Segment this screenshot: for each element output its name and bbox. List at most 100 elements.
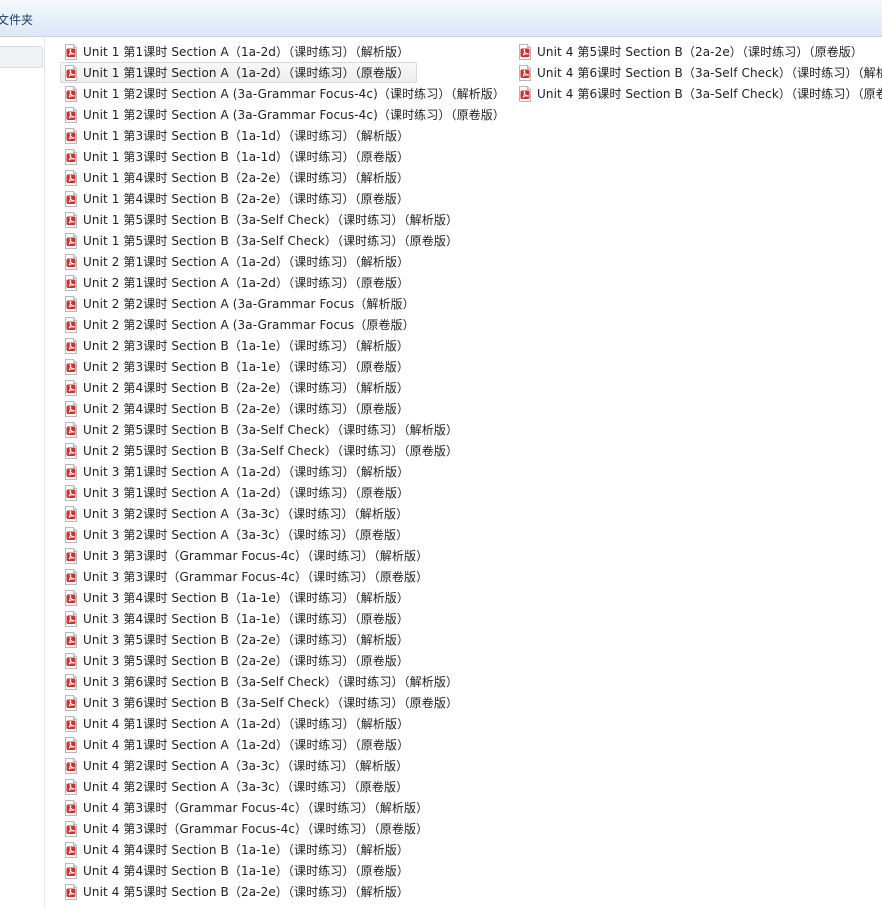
file-item[interactable]: Unit 4 第6课时 Section B（3a-Self Check）（课时练… <box>514 62 882 83</box>
pdf-file-icon <box>65 484 77 501</box>
pdf-file-icon <box>65 505 77 522</box>
file-name: Unit 3 第6课时 Section B（3a-Self Check）（课时练… <box>83 675 459 689</box>
file-item[interactable]: Unit 1 第3课时 Section B（1a-1d）（课时练习）（解析版） <box>60 125 510 146</box>
file-item[interactable]: Unit 3 第1课时 Section A（1a-2d）（课时练习）（原卷版） <box>60 482 510 503</box>
file-item[interactable]: Unit 2 第4课时 Section B（2a-2e）（课时练习）（原卷版） <box>60 398 510 419</box>
file-item[interactable]: Unit 3 第2课时 Section A（3a-3c）（课时练习）（原卷版） <box>60 524 510 545</box>
file-item[interactable]: Unit 2 第1课时 Section A（1a-2d）（课时练习）（解析版） <box>60 251 510 272</box>
file-item[interactable]: Unit 4 第4课时 Section B（1a-1e）（课时练习）（解析版） <box>60 839 510 860</box>
file-name: Unit 4 第1课时 Section A（1a-2d）（课时练习）（原卷版） <box>83 738 410 752</box>
file-name: Unit 2 第3课时 Section B（1a-1e）（课时练习）（原卷版） <box>83 360 410 374</box>
pdf-file-icon <box>65 127 77 144</box>
pdf-file-icon <box>65 43 77 60</box>
file-name: Unit 3 第4课时 Section B（1a-1e）（课时练习）（原卷版） <box>83 612 410 626</box>
file-item[interactable]: Unit 2 第4课时 Section B（2a-2e）（课时练习）（解析版） <box>60 377 510 398</box>
file-item[interactable]: Unit 3 第5课时 Section B（2a-2e）（课时练习）（解析版） <box>60 629 510 650</box>
pdf-file-icon <box>65 148 77 165</box>
navigation-pane <box>0 37 45 908</box>
file-item[interactable]: Unit 4 第3课时（Grammar Focus-4c）（课时练习）（原卷版） <box>60 818 510 839</box>
file-item[interactable]: Unit 3 第5课时 Section B（2a-2e）（课时练习）（原卷版） <box>60 650 510 671</box>
file-name: Unit 3 第4课时 Section B（1a-1e）（课时练习）（解析版） <box>83 591 410 605</box>
file-item[interactable]: Unit 1 第4课时 Section B（2a-2e）（课时练习）（解析版） <box>60 167 510 188</box>
file-item[interactable]: Unit 4 第5课时 Section B（2a-2e）（课时练习）（解析版） <box>60 881 510 902</box>
file-name: Unit 3 第3课时（Grammar Focus-4c）（课时练习）（解析版） <box>83 549 429 563</box>
pdf-file-icon <box>65 589 77 606</box>
pdf-file-icon <box>65 337 77 354</box>
file-item[interactable]: Unit 2 第1课时 Section A（1a-2d）（课时练习）（原卷版） <box>60 272 510 293</box>
file-item[interactable]: Unit 2 第5课时 Section B（3a-Self Check）（课时练… <box>60 440 510 461</box>
file-item[interactable]: Unit 3 第4课时 Section B（1a-1e）（课时练习）（解析版） <box>60 587 510 608</box>
file-list-column-1: Unit 1 第1课时 Section A（1a-2d）（课时练习）（解析版） U… <box>60 41 510 902</box>
file-item[interactable]: Unit 4 第1课时 Section A（1a-2d）（课时练习）（原卷版） <box>60 734 510 755</box>
file-name: Unit 2 第4课时 Section B（2a-2e）（课时练习）（原卷版） <box>83 402 410 416</box>
file-item[interactable]: Unit 4 第5课时 Section B（2a-2e）（课时练习）（原卷版） <box>514 41 882 62</box>
file-item[interactable]: Unit 1 第2课时 Section A (3a-Grammar Focus-… <box>60 83 510 104</box>
pdf-file-icon <box>65 442 77 459</box>
file-item[interactable]: Unit 2 第2课时 Section A (3a-Grammar Focus（… <box>60 293 510 314</box>
pdf-file-icon <box>65 862 77 879</box>
pdf-file-icon <box>65 379 77 396</box>
pdf-file-icon <box>519 43 531 60</box>
new-folder-button[interactable]: 文件夹 <box>0 11 33 28</box>
file-item[interactable]: Unit 3 第6课时 Section B（3a-Self Check）（课时练… <box>60 671 510 692</box>
file-item[interactable]: Unit 1 第1课时 Section A（1a-2d）（课时练习）（原卷版） <box>60 62 417 83</box>
file-name: Unit 3 第1课时 Section A（1a-2d）（课时练习）（原卷版） <box>83 486 410 500</box>
pdf-file-icon <box>65 358 77 375</box>
pdf-file-icon <box>65 169 77 186</box>
file-item[interactable]: Unit 1 第1课时 Section A（1a-2d）（课时练习）（解析版） <box>60 41 510 62</box>
file-item[interactable]: Unit 1 第4课时 Section B（2a-2e）（课时练习）（原卷版） <box>60 188 510 209</box>
file-item[interactable]: Unit 3 第2课时 Section A（3a-3c）（课时练习）（解析版） <box>60 503 510 524</box>
file-name: Unit 2 第1课时 Section A（1a-2d）（课时练习）（原卷版） <box>83 276 410 290</box>
file-list-column-2: Unit 4 第5课时 Section B（2a-2e）（课时练习）（原卷版） U… <box>514 41 882 104</box>
nav-pane-selected-item[interactable] <box>0 46 43 68</box>
file-item[interactable]: Unit 3 第1课时 Section A（1a-2d）（课时练习）（解析版） <box>60 461 510 482</box>
file-item[interactable]: Unit 1 第3课时 Section B（1a-1d）（课时练习）（原卷版） <box>60 146 510 167</box>
file-item[interactable]: Unit 4 第4课时 Section B（1a-1e）（课时练习）（原卷版） <box>60 860 510 881</box>
pdf-file-icon <box>65 211 77 228</box>
file-item[interactable]: Unit 3 第3课时（Grammar Focus-4c）（课时练习）（解析版） <box>60 545 510 566</box>
file-name: Unit 2 第3课时 Section B（1a-1e）（课时练习）（解析版） <box>83 339 410 353</box>
file-name: Unit 1 第5课时 Section B（3a-Self Check）（课时练… <box>83 234 459 248</box>
file-item[interactable]: Unit 3 第6课时 Section B（3a-Self Check）（课时练… <box>60 692 510 713</box>
file-name: Unit 2 第1课时 Section A（1a-2d）（课时练习）（解析版） <box>83 255 410 269</box>
file-name: Unit 1 第4课时 Section B（2a-2e）（课时练习）（原卷版） <box>83 192 410 206</box>
file-item[interactable]: Unit 1 第5课时 Section B（3a-Self Check）（课时练… <box>60 209 510 230</box>
file-name: Unit 1 第3课时 Section B（1a-1d）（课时练习）（解析版） <box>83 129 410 143</box>
pdf-file-icon <box>65 631 77 648</box>
file-item[interactable]: Unit 2 第3课时 Section B（1a-1e）（课时练习）（原卷版） <box>60 356 510 377</box>
pdf-file-icon <box>65 190 77 207</box>
file-item[interactable]: Unit 3 第4课时 Section B（1a-1e）（课时练习）（原卷版） <box>60 608 510 629</box>
file-name: Unit 4 第6课时 Section B（3a-Self Check）（课时练… <box>537 87 882 101</box>
file-item[interactable]: Unit 2 第3课时 Section B（1a-1e）（课时练习）（解析版） <box>60 335 510 356</box>
pdf-file-icon <box>65 820 77 837</box>
pdf-file-icon <box>65 715 77 732</box>
file-item[interactable]: Unit 1 第5课时 Section B（3a-Self Check）（课时练… <box>60 230 510 251</box>
file-name: Unit 1 第3课时 Section B（1a-1d）（课时练习）（原卷版） <box>83 150 410 164</box>
file-name: Unit 3 第3课时（Grammar Focus-4c）（课时练习）（原卷版） <box>83 570 429 584</box>
pdf-file-icon <box>65 799 77 816</box>
file-name: Unit 3 第5课时 Section B（2a-2e）（课时练习）（原卷版） <box>83 654 410 668</box>
pdf-file-icon <box>65 316 77 333</box>
file-name: Unit 3 第2课时 Section A（3a-3c）（课时练习）（原卷版） <box>83 528 409 542</box>
pdf-file-icon <box>65 274 77 291</box>
file-item[interactable]: Unit 4 第1课时 Section A（1a-2d）（课时练习）（解析版） <box>60 713 510 734</box>
file-item[interactable]: Unit 4 第3课时（Grammar Focus-4c）（课时练习）（解析版） <box>60 797 510 818</box>
file-item[interactable]: Unit 4 第2课时 Section A（3a-3c）（课时练习）（原卷版） <box>60 776 510 797</box>
file-item[interactable]: Unit 4 第6课时 Section B（3a-Self Check）（课时练… <box>514 83 882 104</box>
file-item[interactable]: Unit 2 第2课时 Section A (3a-Grammar Focus（… <box>60 314 510 335</box>
pdf-file-icon <box>519 64 531 81</box>
file-item[interactable]: Unit 1 第2课时 Section A (3a-Grammar Focus-… <box>60 104 510 125</box>
pdf-file-icon <box>65 736 77 753</box>
file-item[interactable]: Unit 4 第2课时 Section A（3a-3c）（课时练习）（解析版） <box>60 755 510 776</box>
file-item[interactable]: Unit 3 第3课时（Grammar Focus-4c）（课时练习）（原卷版） <box>60 566 510 587</box>
file-name: Unit 4 第2课时 Section A（3a-3c）（课时练习）（解析版） <box>83 759 409 773</box>
file-name: Unit 2 第2课时 Section A (3a-Grammar Focus（… <box>83 318 415 332</box>
file-name: Unit 4 第2课时 Section A（3a-3c）（课时练习）（原卷版） <box>83 780 409 794</box>
pdf-file-icon <box>65 463 77 480</box>
file-name: Unit 1 第1课时 Section A（1a-2d）（课时练习）（解析版） <box>83 45 410 59</box>
pdf-file-icon <box>65 547 77 564</box>
file-item[interactable]: Unit 2 第5课时 Section B（3a-Self Check）（课时练… <box>60 419 510 440</box>
file-name: Unit 4 第6课时 Section B（3a-Self Check）（课时练… <box>537 66 882 80</box>
pdf-file-icon <box>65 694 77 711</box>
pdf-file-icon <box>65 295 77 312</box>
